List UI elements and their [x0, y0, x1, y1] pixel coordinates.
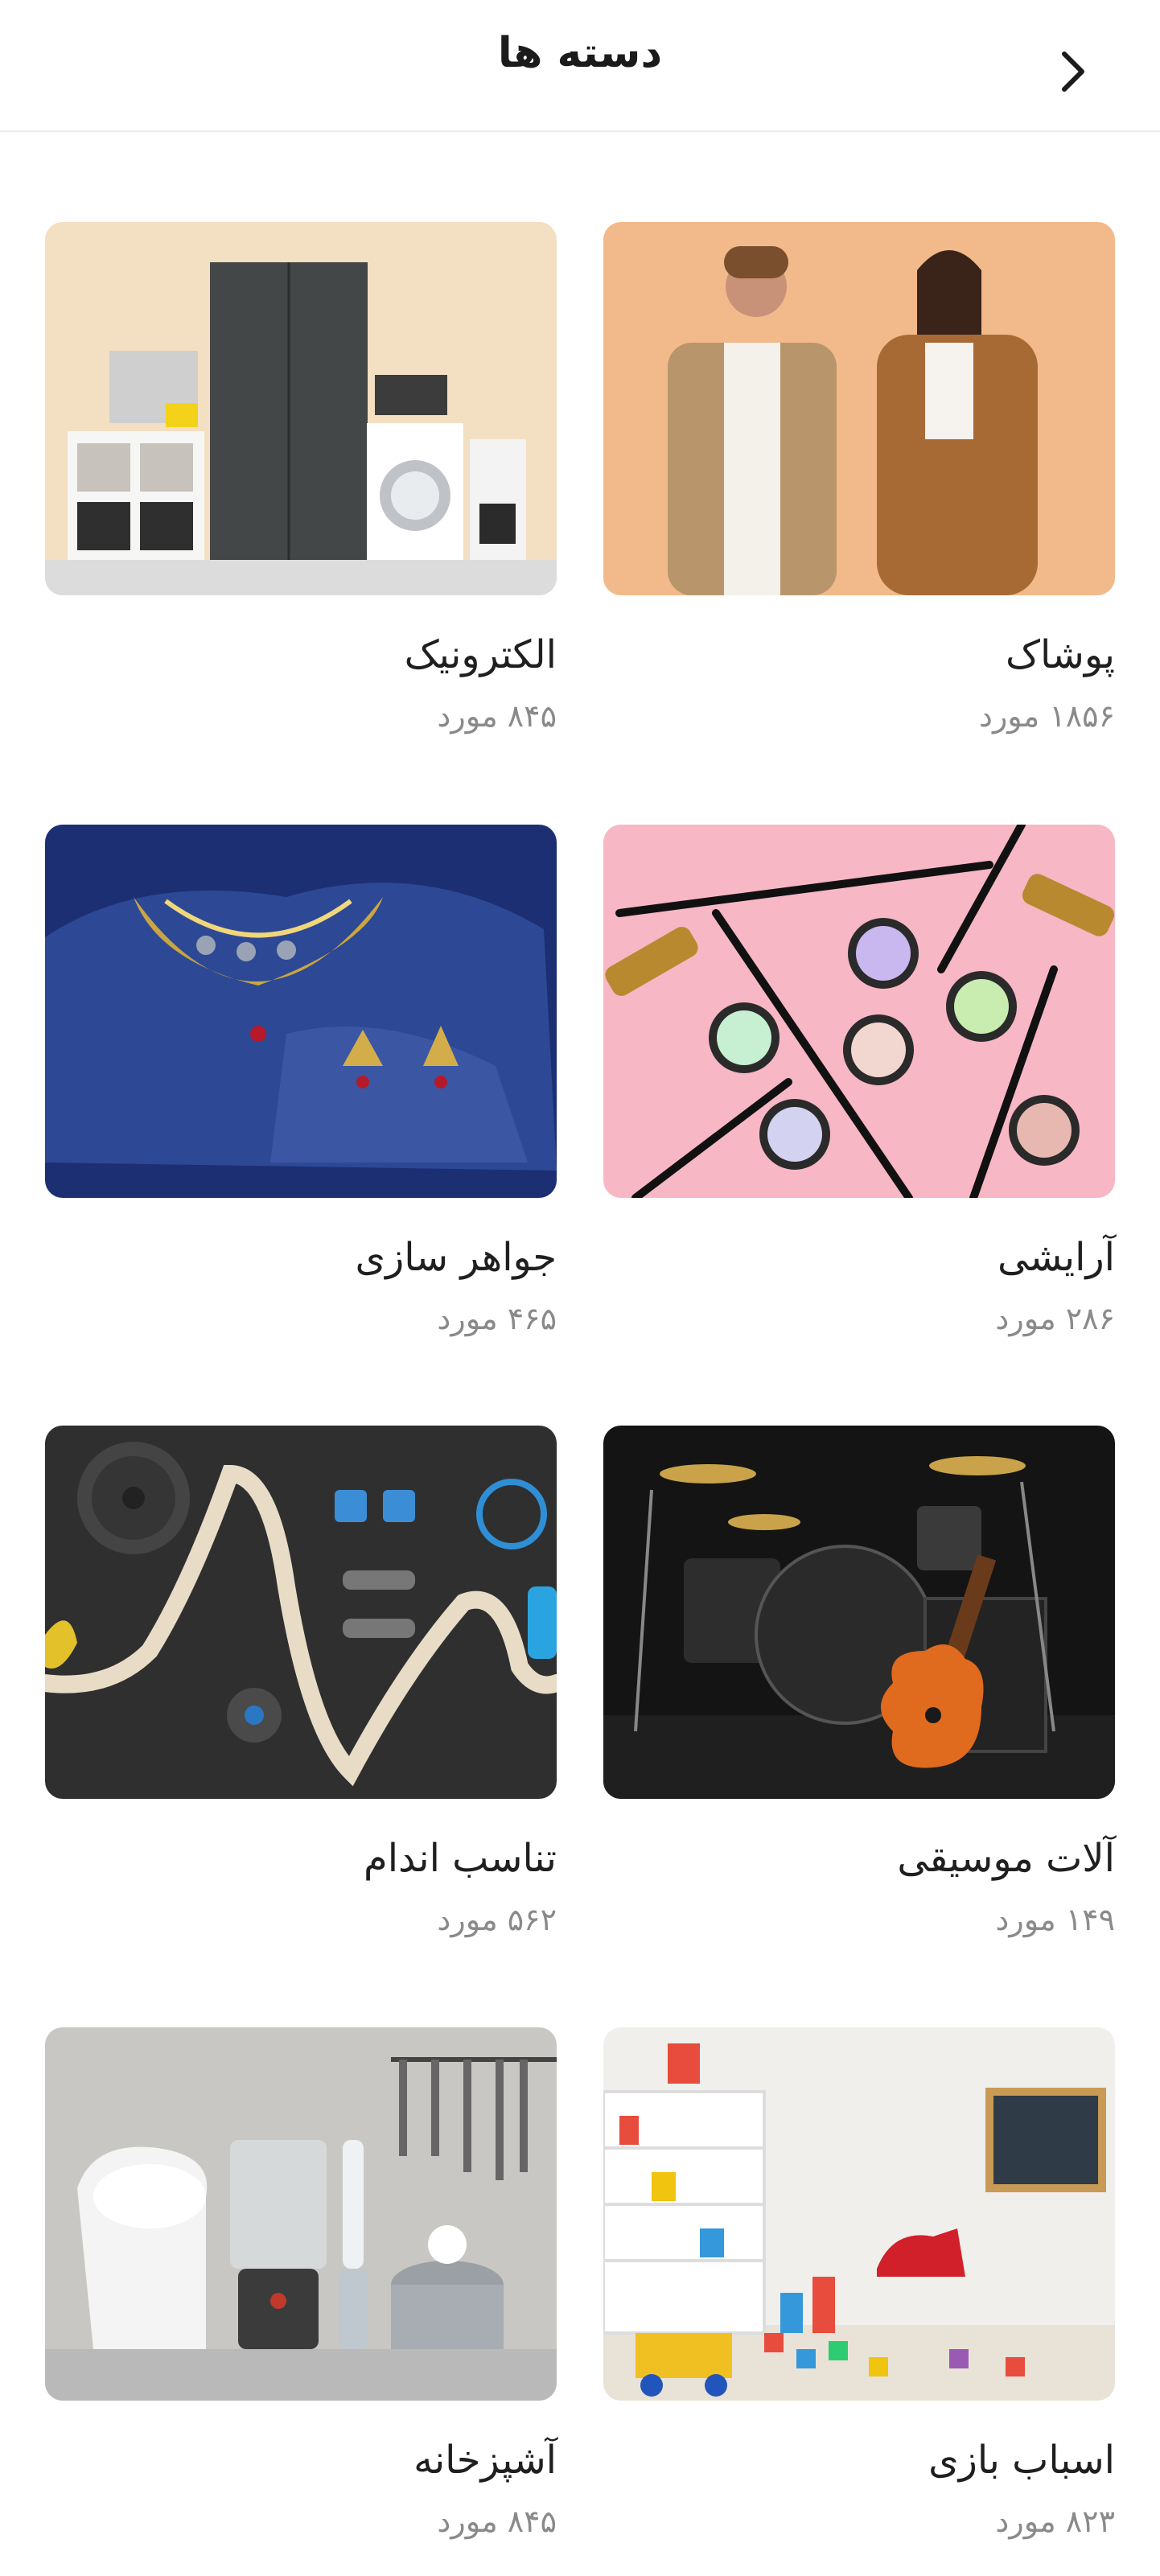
page-title: دسته ها: [497, 29, 663, 77]
cosmetics-image: [603, 825, 1115, 1198]
category-count: ۸۲۳ مورد: [995, 2504, 1115, 2539]
category-label: اسباب بازی: [928, 2438, 1115, 2483]
category-card-clothing[interactable]: پوشاک ۱۸۵۶ مورد: [603, 222, 1115, 737]
fitness-image: [45, 1426, 557, 1799]
category-label: آرایشی: [997, 1235, 1115, 1280]
category-count: ۵۶۲ مورد: [437, 1902, 557, 1937]
jewelry-image: [45, 825, 557, 1198]
category-count: ۲۸۶ مورد: [995, 1301, 1115, 1336]
kitchen-image: [45, 2027, 557, 2401]
chevron-right-icon: [1062, 51, 1084, 92]
category-label: الکترونیک: [404, 632, 557, 677]
category-label: آشپزخانه: [413, 2438, 557, 2483]
category-label: تناسب اندام: [363, 1836, 557, 1881]
category-card-electronics[interactable]: الکترونیک ۸۴۵ مورد: [45, 222, 557, 737]
category-count: ۱۴۹ مورد: [995, 1902, 1115, 1937]
category-count: ۸۴۵ مورد: [437, 2504, 557, 2539]
electronics-image: [45, 222, 557, 595]
top-bar: دسته ها: [0, 0, 1160, 132]
category-card-kitchen[interactable]: آشپزخانه ۸۴۵ مورد: [45, 2027, 557, 2542]
category-label: آلات موسیقی: [897, 1836, 1115, 1881]
category-card-toys[interactable]: اسباب بازی ۸۲۳ مورد: [603, 2027, 1115, 2542]
category-card-cosmetics[interactable]: آرایشی ۲۸۶ مورد: [603, 825, 1115, 1339]
category-label: جواهر سازی: [355, 1235, 557, 1280]
toys-image: [603, 2027, 1115, 2401]
category-card-fitness[interactable]: تناسب اندام ۵۶۲ مورد: [45, 1426, 557, 1940]
music-instruments-image: [603, 1426, 1115, 1799]
category-label: پوشاک: [1006, 632, 1115, 677]
category-count: ۸۴۵ مورد: [437, 698, 557, 734]
back-button[interactable]: [1046, 43, 1102, 100]
category-card-music-instruments[interactable]: آلات موسیقی ۱۴۹ مورد: [603, 1426, 1115, 1940]
clothing-image: [603, 222, 1115, 595]
category-card-jewelry[interactable]: جواهر سازی ۴۶۵ مورد: [45, 825, 557, 1339]
category-count: ۴۶۵ مورد: [437, 1301, 557, 1336]
category-count: ۱۸۵۶ مورد: [979, 698, 1115, 734]
